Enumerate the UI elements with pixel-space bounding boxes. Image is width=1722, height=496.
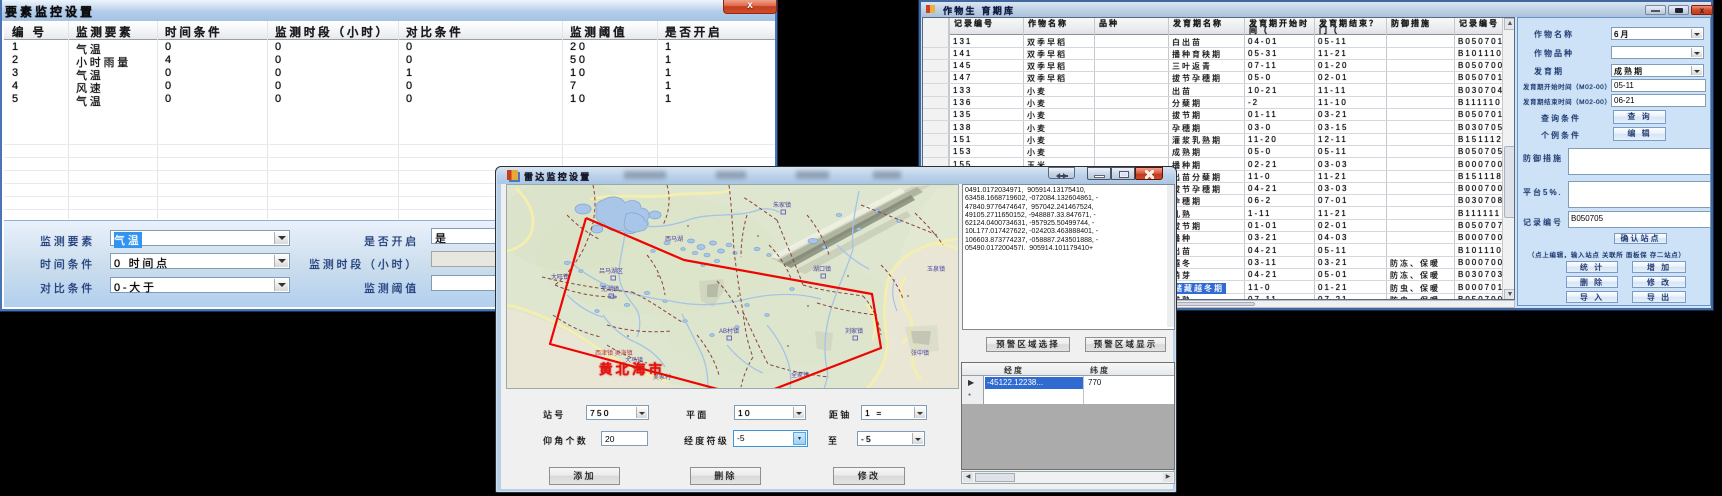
svg-text:张中镇: 张中镇 [911, 349, 929, 357]
svg-text:吕马湖区: 吕马湖区 [599, 267, 623, 275]
svg-text:湖口镇: 湖口镇 [813, 265, 831, 273]
svg-text:大旺镇: 大旺镇 [551, 273, 569, 281]
svg-text:玉泉镇: 玉泉镇 [927, 265, 945, 273]
svg-text:西马湖: 西马湖 [665, 235, 683, 243]
svg-text:西津镇 吴海镇: 西津镇 吴海镇 [595, 349, 633, 357]
svg-text:朱家镇: 朱家镇 [773, 201, 791, 209]
svg-text:AB村镇: AB村镇 [719, 327, 739, 335]
svg-text:芜湖镇: 芜湖镇 [601, 285, 619, 293]
svg-text:刘家镇: 刘家镇 [845, 327, 863, 335]
svg-text:黄北海市: 黄北海市 [599, 361, 665, 377]
